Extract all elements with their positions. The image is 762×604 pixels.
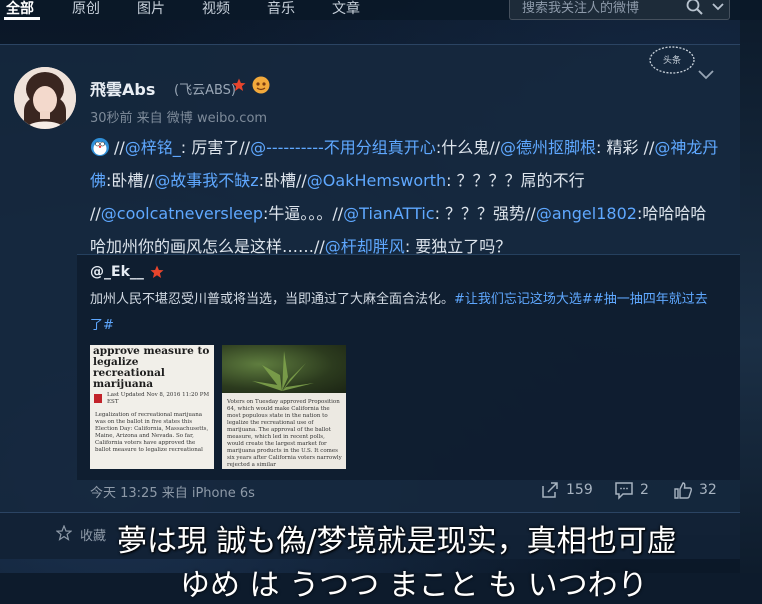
- mention-link[interactable]: @故事我不缺z: [154, 171, 258, 190]
- headline-stamp-icon: 头条: [649, 46, 695, 74]
- share-count[interactable]: 159: [566, 482, 593, 498]
- comment-count[interactable]: 2: [640, 482, 649, 498]
- tab-images[interactable]: 图片: [137, 0, 165, 18]
- video-subtitle-line2: ゆめ は うつつ まこと も いつわり: [180, 568, 648, 603]
- search-input[interactable]: [522, 0, 672, 19]
- collect-star-icon[interactable]: [56, 525, 72, 541]
- member-badge-icon: [252, 76, 270, 94]
- mention-link[interactable]: @德州抠脚根: [500, 138, 596, 157]
- repost-meta: 今天 13:25 来自 iPhone 6s: [90, 486, 255, 501]
- doraemon-emoji-icon: [91, 138, 109, 156]
- tab-videos[interactable]: 视频: [202, 0, 230, 18]
- right-edge-panel: [740, 0, 762, 573]
- mention-link[interactable]: @angel1802: [536, 204, 637, 223]
- post-text-segment: :牛逼。。。//: [262, 204, 344, 223]
- repost-image-2[interactable]: Voters on Tuesday approved Proposition 6…: [222, 345, 346, 469]
- thumb1-byline: Last Updated Nov 8, 2016 11:20 PM EST: [107, 392, 210, 405]
- mention-link[interactable]: @梓铭_: [125, 138, 181, 157]
- tab-original[interactable]: 原创: [72, 0, 100, 18]
- mention-link[interactable]: @OakHemsworth: [307, 171, 446, 190]
- mention-link[interactable]: @----------不用分组真开心: [250, 138, 436, 157]
- marijuana-photo: [222, 345, 346, 393]
- search-icon[interactable]: [685, 0, 705, 17]
- share-icon[interactable]: [540, 480, 560, 500]
- like-icon[interactable]: [673, 480, 693, 500]
- tab-active-indicator: [4, 17, 40, 20]
- post-text-segment: : 精彩 //: [596, 138, 655, 157]
- like-count[interactable]: 32: [699, 482, 717, 498]
- stamp-text: 头条: [663, 54, 681, 66]
- repost-text: 加州人民不堪忍受川普或将当选，当即通过了大麻全面合法化。#让我们忘记这场大选##…: [90, 287, 715, 339]
- thumb2-body: Voters on Tuesday approved Proposition 6…: [227, 399, 342, 468]
- search-box: [509, 0, 730, 20]
- repost-text-body: 加州人民不堪忍受川普或将当选，当即通过了大麻全面合法化。: [90, 292, 455, 307]
- post-menu-chevron-icon[interactable]: [697, 68, 715, 82]
- verified-star-icon: [232, 78, 246, 91]
- cbs-logo-icon: [94, 394, 103, 403]
- repost-username[interactable]: @_Ek__: [90, 264, 144, 280]
- post-body: //@梓铭_: 厉害了//@----------不用分组真开心:什么鬼//@德州…: [90, 131, 720, 263]
- thumb1-headline: approve measure to legalize recreational…: [93, 345, 210, 390]
- avatar[interactable]: [14, 67, 76, 129]
- post-text-segment: :卧槽//: [258, 171, 307, 190]
- video-subtitle-line1: 夢は現 誠も偽/梦境就是现实，真相也可虚: [117, 524, 677, 559]
- mention-link[interactable]: @coolcatneversleep: [101, 204, 263, 223]
- post-meta: 30秒前 来自 微博 weibo.com: [90, 111, 268, 126]
- collect-button[interactable]: 收藏: [80, 525, 106, 544]
- repost-image-1[interactable]: approve measure to legalize recreational…: [90, 345, 214, 469]
- mention-link[interactable]: @TianATTic: [343, 204, 434, 223]
- post-text-segment: :卧槽//: [106, 171, 155, 190]
- post-text-segment: : ？？？强势//: [434, 204, 536, 223]
- post-text-segment: //: [114, 138, 125, 157]
- comment-icon[interactable]: [614, 480, 634, 500]
- post-username[interactable]: 飛雲Abs: [90, 76, 155, 100]
- post-text: //@梓铭_: 厉害了//@----------不用分组真开心:什么鬼//@德州…: [90, 138, 718, 256]
- top-nav: 全部 原创 图片 视频 音乐 文章: [0, 0, 762, 20]
- thumb1-body: Legalization of recreational marijuana w…: [95, 412, 209, 453]
- tab-articles[interactable]: 文章: [332, 0, 360, 18]
- post-text-segment: : 厉害了//: [180, 138, 251, 157]
- tab-music[interactable]: 音乐: [267, 0, 295, 18]
- chevron-down-icon[interactable]: [710, 0, 726, 15]
- post-text-segment: :什么鬼//: [435, 138, 500, 157]
- tab-all[interactable]: 全部: [6, 0, 34, 18]
- verified-star-icon: [150, 265, 164, 278]
- post-alias: (飞云ABS): [174, 83, 236, 98]
